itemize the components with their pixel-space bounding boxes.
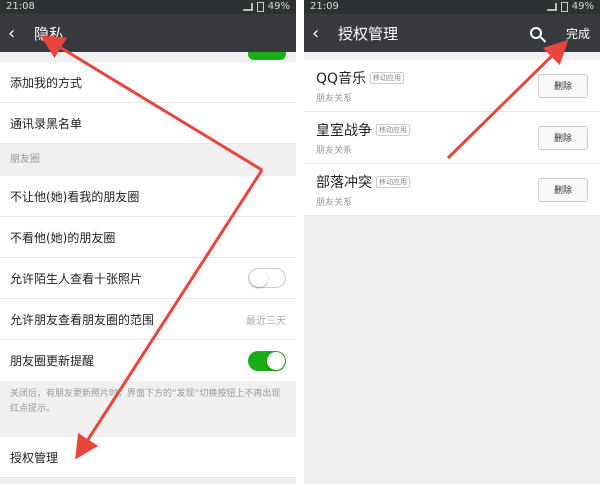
hide-my-moments-row[interactable]: 不让他(她)看我的朋友圈 <box>0 176 296 217</box>
search-icon[interactable] <box>529 27 542 39</box>
signal-icon <box>546 3 557 11</box>
status-time: 21:09 <box>310 1 339 12</box>
moments-update-toggle[interactable] <box>248 350 286 371</box>
back-icon[interactable]: ‹ <box>312 23 330 44</box>
battery-icon <box>560 2 568 12</box>
signal-icon <box>242 3 253 11</box>
app-permission: 朋友关系 <box>316 145 353 156</box>
moments-update-row: 朋友圈更新提醒 <box>0 340 296 381</box>
back-icon[interactable]: ‹ <box>8 23 26 44</box>
app-item: 部落冲突 移动应用 朋友关系 删除 <box>304 164 600 216</box>
delete-button[interactable]: 删除 <box>538 177 588 202</box>
page-title: 授权管理 <box>338 24 399 43</box>
battery-percent: 49% <box>267 1 290 12</box>
authorization-screen: 21:09 49% ‹ 授权管理 完成 QQ音乐 移动应用 朋友关系 删除 皇室… <box>304 0 600 484</box>
contacts-blacklist-row[interactable]: 通讯录黑名单 <box>0 103 296 144</box>
app-name: 部落冲突 <box>316 174 372 191</box>
status-bar: 21:09 49% <box>304 0 600 14</box>
partial-toggle[interactable] <box>248 52 286 60</box>
moments-update-note: 关闭后，有朋友更新照片时，界面下方的“发现”切换按钮上不再出现红点提示。 <box>0 381 296 425</box>
section-header-moments: 朋友圈 <box>10 154 40 165</box>
app-type-badge: 移动应用 <box>376 123 410 136</box>
stranger-photos-toggle[interactable] <box>248 268 286 288</box>
moments-range-row[interactable]: 允许朋友查看朋友圈的范围 最近三天 <box>0 299 296 340</box>
stranger-photos-row: 允许陌生人查看十张照片 <box>0 258 296 299</box>
battery-icon <box>256 2 264 12</box>
app-type-badge: 移动应用 <box>370 71 405 84</box>
app-name: 皇室战争 <box>316 122 372 139</box>
app-permission: 朋友关系 <box>316 93 353 104</box>
status-bar: 21:08 49% <box>0 0 296 14</box>
battery-percent: 49% <box>571 1 594 12</box>
add-me-methods-row[interactable]: 添加我的方式 <box>0 62 296 103</box>
nav-bar: ‹ 隐私 <box>0 14 296 52</box>
done-button[interactable]: 完成 <box>566 25 590 42</box>
app-type-badge: 移动应用 <box>376 175 410 188</box>
delete-button[interactable]: 删除 <box>538 125 588 150</box>
app-permission: 朋友关系 <box>316 197 353 208</box>
hide-their-moments-row[interactable]: 不看他(她)的朋友圈 <box>0 217 296 258</box>
app-item: QQ音乐 移动应用 朋友关系 删除 <box>304 60 600 112</box>
delete-button[interactable]: 删除 <box>538 73 588 98</box>
status-time: 21:08 <box>6 1 35 12</box>
authorization-management-row[interactable]: 授权管理 <box>0 437 296 478</box>
app-item: 皇室战争 移动应用 朋友关系 删除 <box>304 112 600 164</box>
privacy-screen: 21:08 49% ‹ 隐私 添加我的方式 通讯录黑名单 朋友圈 不让他(她)看… <box>0 0 296 484</box>
page-title: 隐私 <box>34 24 65 43</box>
moments-range-value: 最近三天 <box>246 315 286 327</box>
nav-bar: ‹ 授权管理 完成 <box>304 14 600 52</box>
app-name: QQ音乐 <box>316 70 367 87</box>
